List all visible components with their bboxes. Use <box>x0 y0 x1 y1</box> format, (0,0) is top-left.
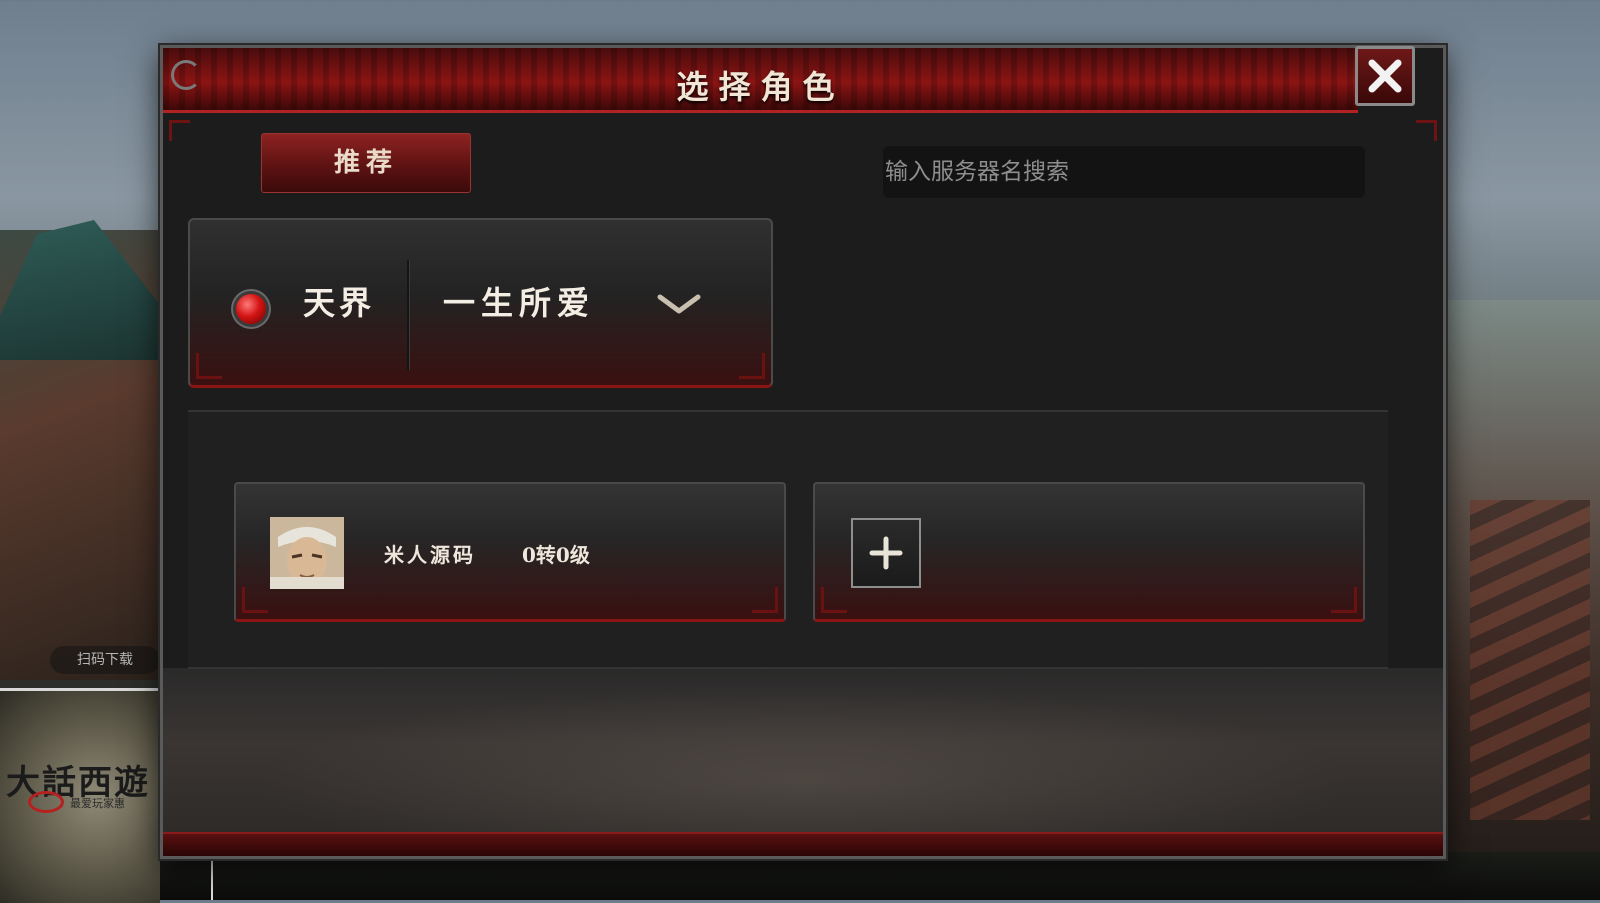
bottom-status-bar <box>160 852 1600 900</box>
server-selector[interactable]: 天界 一生所爱 <box>188 218 773 388</box>
logo-swirl-icon <box>28 791 64 813</box>
dialog-background-art <box>163 668 1443 856</box>
corner-ornament-icon <box>752 587 778 613</box>
text-cursor <box>211 856 213 900</box>
game-logo-subtitle: 最爱玩家惠 <box>70 797 125 810</box>
corner-ornament-icon <box>1331 587 1357 613</box>
dialog-title: 选择角色 <box>676 68 845 106</box>
qr-download-label[interactable]: 扫码下载 <box>50 646 160 674</box>
close-button[interactable] <box>1355 46 1415 106</box>
server-dropdown-toggle[interactable] <box>653 284 705 324</box>
character-name: 米人源码 <box>384 543 476 567</box>
server-search-input[interactable] <box>883 146 1365 198</box>
corner-ornament-icon <box>196 353 222 379</box>
corner-ornament-icon <box>1416 120 1437 141</box>
server-status-icon <box>236 294 266 324</box>
server-name-label: 一生所爱 <box>443 284 596 322</box>
add-character-button[interactable] <box>851 518 921 588</box>
character-level: 0转0级 <box>522 543 590 567</box>
card-divider <box>407 260 409 370</box>
dialog-title-bar: 选择角色 <box>163 48 1358 113</box>
game-logo-panel: 大話西遊 最爱玩家惠 <box>0 688 160 903</box>
character-avatar <box>270 517 344 589</box>
corner-ornament-icon <box>739 353 765 379</box>
corner-ornament-icon <box>169 120 190 141</box>
background-scenery-left <box>0 230 170 680</box>
server-zone-label: 天界 <box>303 284 376 322</box>
plus-icon <box>869 536 903 570</box>
select-character-dialog: 选择角色 推荐 天界 一生所爱 <box>160 45 1446 859</box>
dialog-bottom-border <box>163 832 1443 856</box>
chevron-down-icon <box>657 294 701 314</box>
corner-ornament-icon <box>242 587 268 613</box>
character-list-area: 米人源码 0转0级 <box>188 410 1388 669</box>
character-slot[interactable]: 米人源码 0转0级 <box>234 482 786 622</box>
tab-recommend[interactable]: 推荐 <box>261 133 471 193</box>
empty-character-slot[interactable] <box>813 482 1365 622</box>
close-x-icon <box>1368 59 1402 93</box>
character-portrait-icon <box>270 517 344 589</box>
corner-ornament-icon <box>821 587 847 613</box>
background-scenery-right <box>1430 300 1600 900</box>
